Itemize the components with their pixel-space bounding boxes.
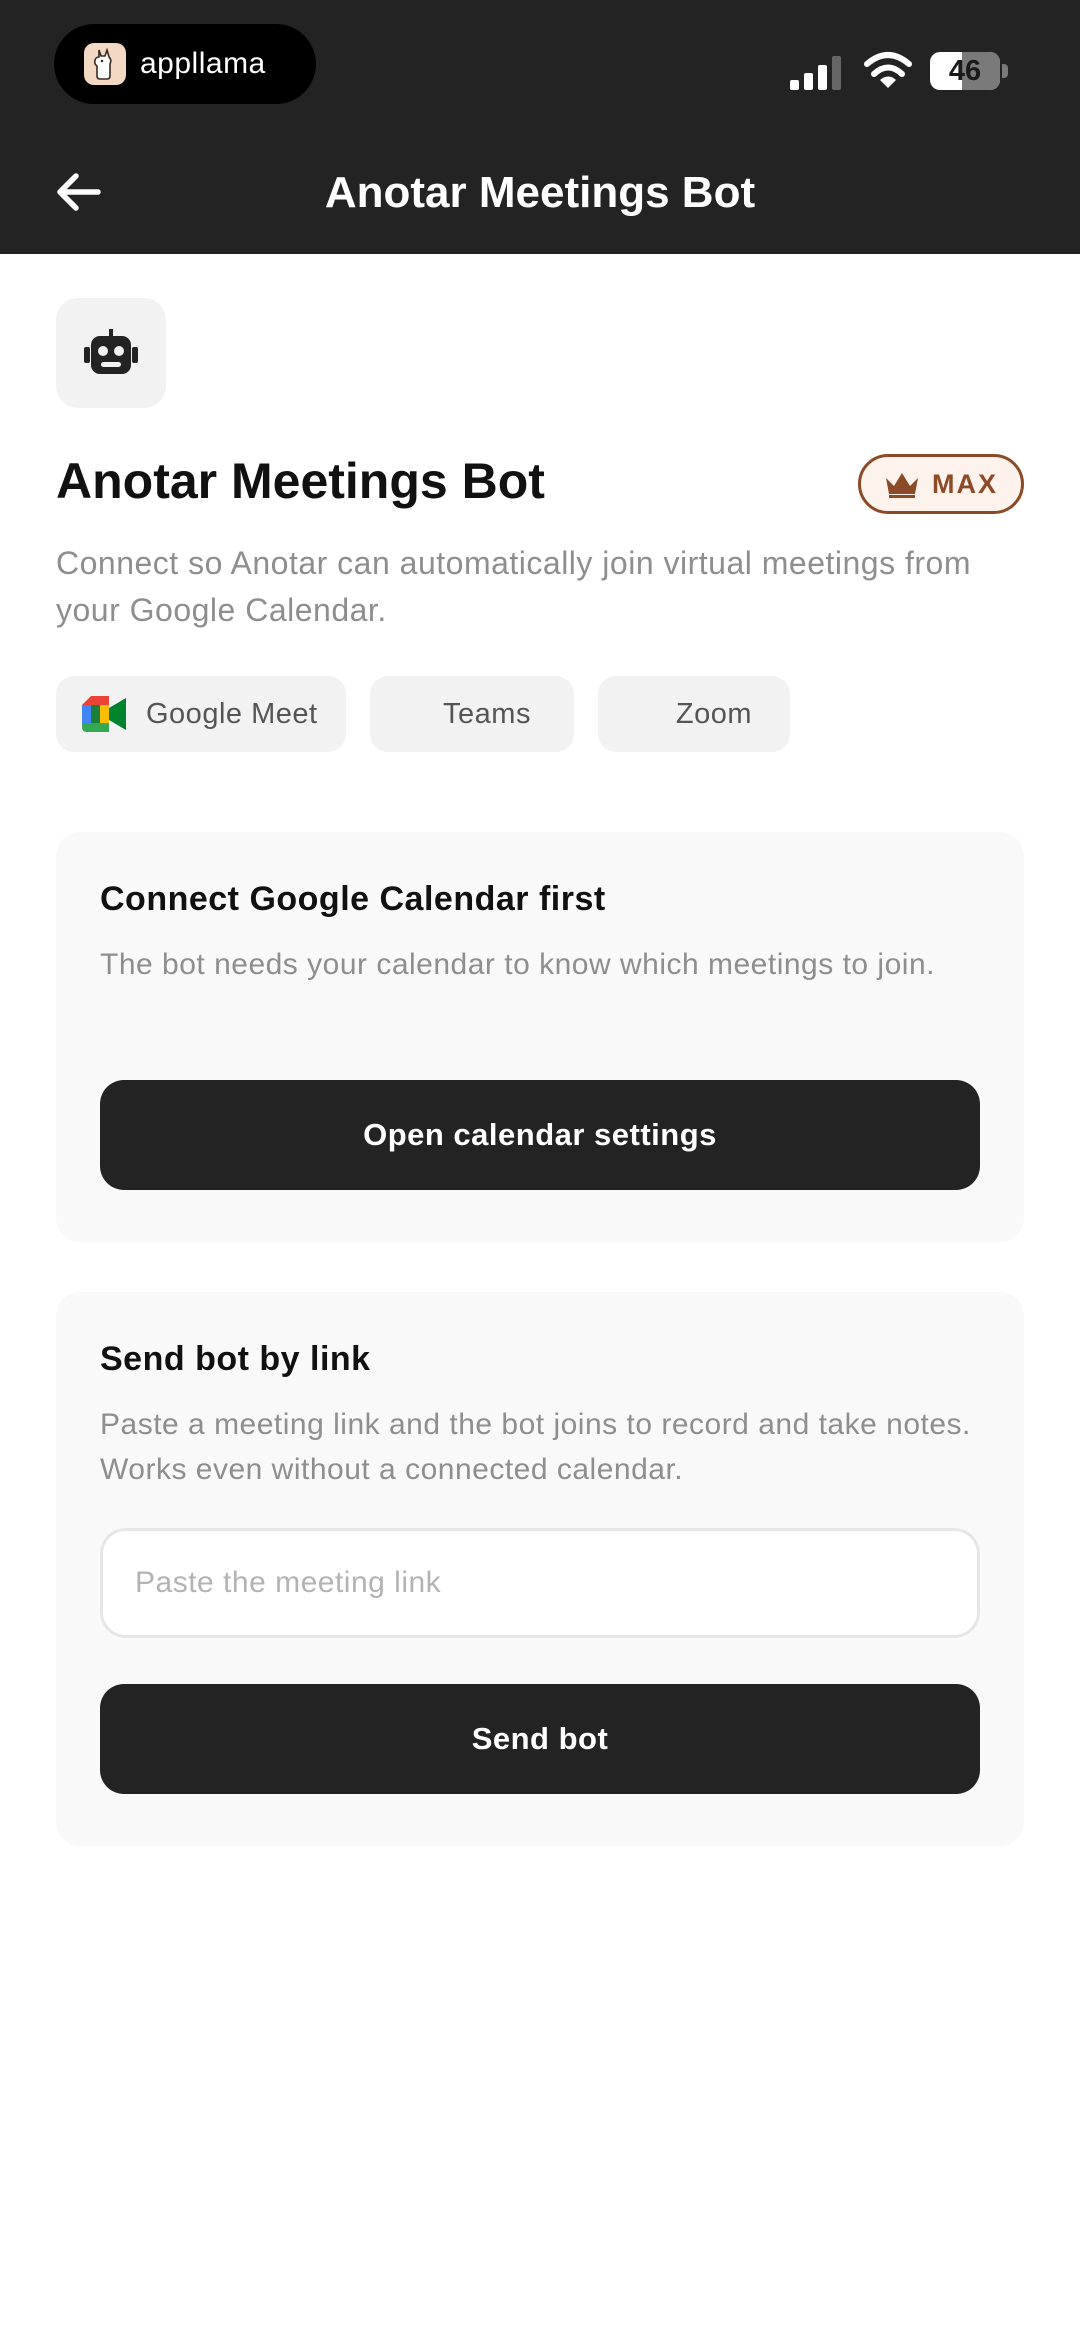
- calendar-connect-card: Connect Google Calendar first The bot ne…: [56, 832, 1024, 1242]
- integration-title: Anotar Meetings Bot: [56, 453, 545, 509]
- brand-name: appllama: [140, 47, 266, 80]
- plan-badge-label: MAX: [932, 468, 998, 499]
- google-meet-icon: [82, 696, 126, 732]
- platform-chip-label: Google Meet: [146, 697, 318, 730]
- app-header: appllama 46 Anotar Meetings Bot: [0, 0, 1080, 254]
- meeting-link-input[interactable]: [100, 1528, 980, 1638]
- brand-pill: appllama: [54, 24, 316, 104]
- llama-logo-icon: [84, 43, 126, 85]
- platform-chip-teams: Teams: [370, 676, 574, 752]
- page-title: Anotar Meetings Bot: [324, 168, 756, 217]
- card-description: Paste a meeting link and the bot joins t…: [100, 1408, 971, 1486]
- integration-description: Connect so Anotar can automatically join…: [56, 545, 971, 628]
- crown-icon: [886, 473, 918, 498]
- card-description: The bot needs your calendar to know whic…: [100, 948, 935, 981]
- wifi-icon: [864, 52, 912, 88]
- plan-badge: MAX: [858, 454, 1024, 514]
- card-title: Connect Google Calendar first: [100, 880, 606, 918]
- platform-chip-label: Teams: [443, 697, 531, 730]
- battery-level: 46: [948, 55, 982, 87]
- platform-chip-label: Zoom: [675, 697, 753, 730]
- card-title: Send bot by link: [100, 1340, 371, 1378]
- send-bot-button[interactable]: Send bot: [100, 1684, 980, 1794]
- platform-chip-zoom: Zoom: [598, 676, 790, 752]
- cellular-signal-icon: [790, 56, 841, 90]
- send-bot-by-link-card: Send bot by link Paste a meeting link an…: [56, 1292, 1024, 1846]
- robot-icon: [84, 329, 138, 374]
- battery-indicator: 46: [930, 52, 1008, 90]
- integration-icon-tile: [56, 298, 166, 408]
- open-calendar-settings-button[interactable]: Open calendar settings: [100, 1080, 980, 1190]
- platform-chip-google-meet: Google Meet: [56, 676, 346, 752]
